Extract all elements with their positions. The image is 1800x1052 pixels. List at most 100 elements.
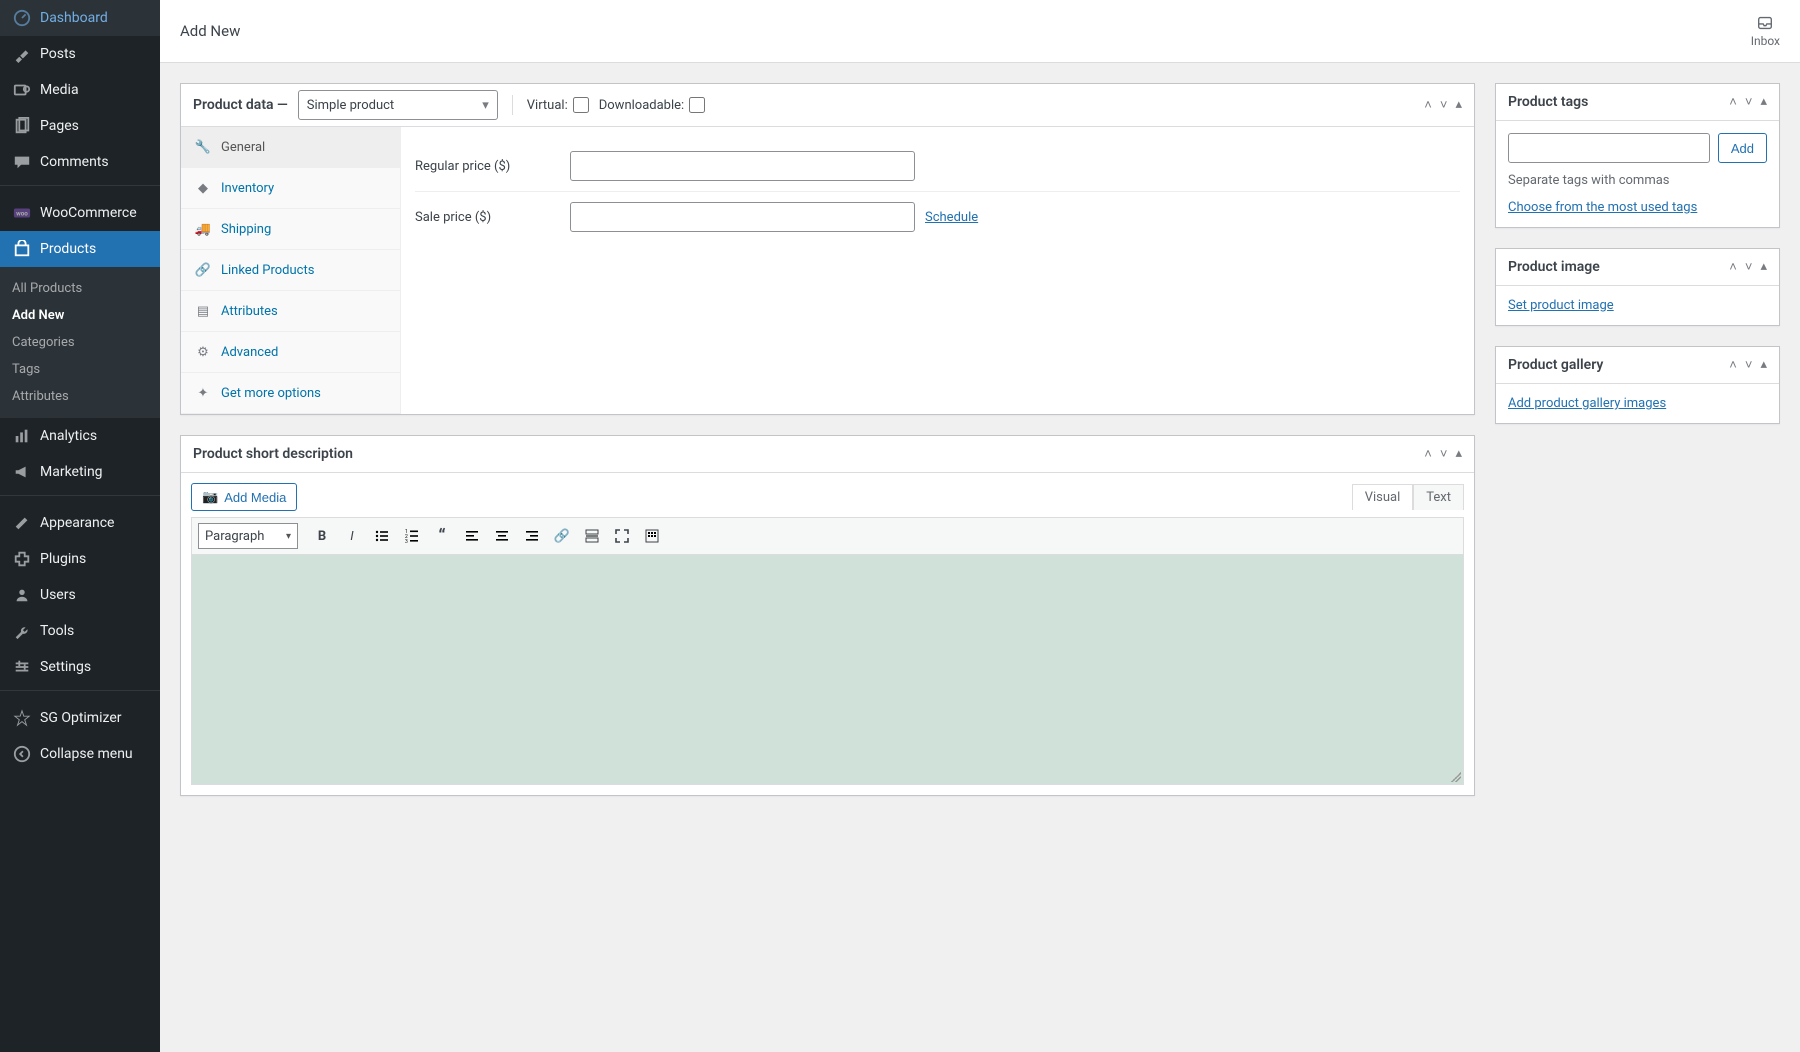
blockquote-button[interactable]: “ bbox=[428, 522, 456, 550]
content-main-column: Product data — Simple product Virtual: D… bbox=[180, 83, 1475, 796]
editor-content-area[interactable] bbox=[191, 555, 1464, 785]
choose-tags-link[interactable]: Choose from the most used tags bbox=[1508, 200, 1697, 215]
visual-tab[interactable]: Visual bbox=[1352, 484, 1414, 510]
tab-shipping[interactable]: 🚚 Shipping bbox=[181, 209, 400, 250]
text-tab[interactable]: Text bbox=[1413, 484, 1464, 510]
sale-price-input[interactable] bbox=[570, 202, 915, 232]
submenu-tags[interactable]: Tags bbox=[0, 356, 160, 383]
product-type-select[interactable]: Simple product bbox=[298, 90, 498, 120]
submenu-all-products[interactable]: All Products bbox=[0, 275, 160, 302]
toggle-panel-icon[interactable]: ▴ bbox=[1760, 94, 1767, 110]
tab-label: Advanced bbox=[221, 345, 278, 360]
tab-advanced[interactable]: ⚙ Advanced bbox=[181, 332, 400, 373]
move-up-icon[interactable]: ˄ bbox=[1729, 94, 1737, 110]
virtual-label: Virtual: bbox=[527, 98, 568, 113]
inbox-button[interactable]: Inbox bbox=[1751, 14, 1780, 48]
tab-linked-products[interactable]: 🔗 Linked Products bbox=[181, 250, 400, 291]
numbered-list-button[interactable]: 123 bbox=[398, 522, 426, 550]
tab-general[interactable]: 🔧 General bbox=[181, 127, 400, 168]
submenu-attributes[interactable]: Attributes bbox=[0, 383, 160, 410]
panel-handle-actions: ˄ ˅ ▴ bbox=[1729, 94, 1767, 110]
sidebar-item-woocommerce[interactable]: woo WooCommerce bbox=[0, 195, 160, 231]
sidebar-label: Collapse menu bbox=[40, 746, 133, 762]
sidebar-item-comments[interactable]: Comments bbox=[0, 144, 160, 180]
editor-mode-tabs: Visual Text bbox=[1352, 484, 1464, 510]
move-up-icon[interactable]: ˄ bbox=[1729, 357, 1737, 373]
sidebar-item-media[interactable]: Media bbox=[0, 72, 160, 108]
insert-link-button[interactable]: 🔗 bbox=[548, 522, 576, 550]
regular-price-input[interactable] bbox=[570, 151, 915, 181]
product-data-body: 🔧 General ◆ Inventory 🚚 Shipping bbox=[181, 127, 1474, 414]
virtual-checkbox[interactable] bbox=[573, 97, 589, 113]
move-down-icon[interactable]: ˅ bbox=[1745, 94, 1753, 110]
sidebar-item-pages[interactable]: Pages bbox=[0, 108, 160, 144]
toggle-panel-icon[interactable]: ▴ bbox=[1455, 97, 1462, 113]
sidebar-label: Posts bbox=[40, 46, 76, 62]
media-icon bbox=[12, 80, 32, 100]
align-right-button[interactable] bbox=[518, 522, 546, 550]
read-more-button[interactable] bbox=[578, 522, 606, 550]
format-value: Paragraph bbox=[205, 529, 264, 544]
sidebar-item-products[interactable]: Products bbox=[0, 231, 160, 267]
sidebar-item-posts[interactable]: Posts bbox=[0, 36, 160, 72]
sidebar-item-sg-optimizer[interactable]: SG Optimizer bbox=[0, 700, 160, 736]
sidebar-item-users[interactable]: Users bbox=[0, 577, 160, 613]
fullscreen-button[interactable] bbox=[608, 522, 636, 550]
pages-icon bbox=[12, 116, 32, 136]
move-down-icon[interactable]: ˅ bbox=[1440, 446, 1448, 462]
downloadable-checkbox[interactable] bbox=[689, 97, 705, 113]
align-center-button[interactable] bbox=[488, 522, 516, 550]
downloadable-checkbox-wrap[interactable]: Downloadable: bbox=[599, 97, 705, 113]
sidebar-item-tools[interactable]: Tools bbox=[0, 613, 160, 649]
sidebar-item-collapse[interactable]: Collapse menu bbox=[0, 736, 160, 772]
regular-price-label: Regular price ($) bbox=[415, 159, 570, 174]
add-gallery-images-link[interactable]: Add product gallery images bbox=[1508, 396, 1666, 411]
submenu-add-new[interactable]: Add New bbox=[0, 302, 160, 329]
sidebar-item-dashboard[interactable]: Dashboard bbox=[0, 0, 160, 36]
bullet-list-button[interactable] bbox=[368, 522, 396, 550]
align-left-button[interactable] bbox=[458, 522, 486, 550]
tab-get-more[interactable]: ✦ Get more options bbox=[181, 373, 400, 414]
short-description-panel: Product short description ˄ ˅ ▴ 📷 Add Me… bbox=[180, 435, 1475, 796]
panel-handle-actions: ˄ ˅ ▴ bbox=[1729, 357, 1767, 373]
move-up-icon[interactable]: ˄ bbox=[1729, 259, 1737, 275]
sidebar-item-plugins[interactable]: Plugins bbox=[0, 541, 160, 577]
comments-icon bbox=[12, 152, 32, 172]
panel-body: Add Separate tags with commas Choose fro… bbox=[1496, 121, 1779, 227]
product-data-panel: Product data — Simple product Virtual: D… bbox=[180, 83, 1475, 415]
move-down-icon[interactable]: ˅ bbox=[1745, 357, 1753, 373]
product-type-value: Simple product bbox=[307, 98, 394, 113]
virtual-checkbox-wrap[interactable]: Virtual: bbox=[527, 97, 589, 113]
sidebar-item-analytics[interactable]: Analytics bbox=[0, 418, 160, 454]
tab-label: Get more options bbox=[221, 386, 321, 401]
product-data-tabs: 🔧 General ◆ Inventory 🚚 Shipping bbox=[181, 127, 401, 414]
tab-label: Linked Products bbox=[221, 263, 314, 278]
tab-attributes[interactable]: ▤ Attributes bbox=[181, 291, 400, 332]
toggle-panel-icon[interactable]: ▴ bbox=[1760, 259, 1767, 275]
product-data-header: Product data — Simple product Virtual: D… bbox=[181, 84, 1474, 127]
sidebar-item-marketing[interactable]: Marketing bbox=[0, 454, 160, 490]
move-down-icon[interactable]: ˅ bbox=[1440, 97, 1448, 113]
tags-input[interactable] bbox=[1508, 133, 1710, 163]
move-up-icon[interactable]: ˄ bbox=[1424, 97, 1432, 113]
tab-inventory[interactable]: ◆ Inventory bbox=[181, 168, 400, 209]
toggle-panel-icon[interactable]: ▴ bbox=[1455, 446, 1462, 462]
move-down-icon[interactable]: ˅ bbox=[1745, 259, 1753, 275]
set-product-image-link[interactable]: Set product image bbox=[1508, 298, 1614, 313]
move-up-icon[interactable]: ˄ bbox=[1424, 446, 1432, 462]
sidebar-label: WooCommerce bbox=[40, 205, 137, 221]
format-select[interactable]: Paragraph bbox=[198, 523, 298, 549]
italic-button[interactable]: I bbox=[338, 522, 366, 550]
product-data-fields: Regular price ($) Sale price ($) Schedul… bbox=[401, 127, 1474, 414]
toolbar-toggle-button[interactable] bbox=[638, 522, 666, 550]
panel-header: Product gallery ˄ ˅ ▴ bbox=[1496, 347, 1779, 384]
sidebar-item-appearance[interactable]: Appearance bbox=[0, 505, 160, 541]
add-tag-button[interactable]: Add bbox=[1718, 133, 1767, 163]
bold-button[interactable]: B bbox=[308, 522, 336, 550]
schedule-link[interactable]: Schedule bbox=[925, 210, 978, 225]
add-media-button[interactable]: 📷 Add Media bbox=[191, 483, 297, 511]
sidebar-item-settings[interactable]: Settings bbox=[0, 649, 160, 685]
toggle-panel-icon[interactable]: ▴ bbox=[1760, 357, 1767, 373]
sidebar-label: Appearance bbox=[40, 515, 114, 531]
submenu-categories[interactable]: Categories bbox=[0, 329, 160, 356]
